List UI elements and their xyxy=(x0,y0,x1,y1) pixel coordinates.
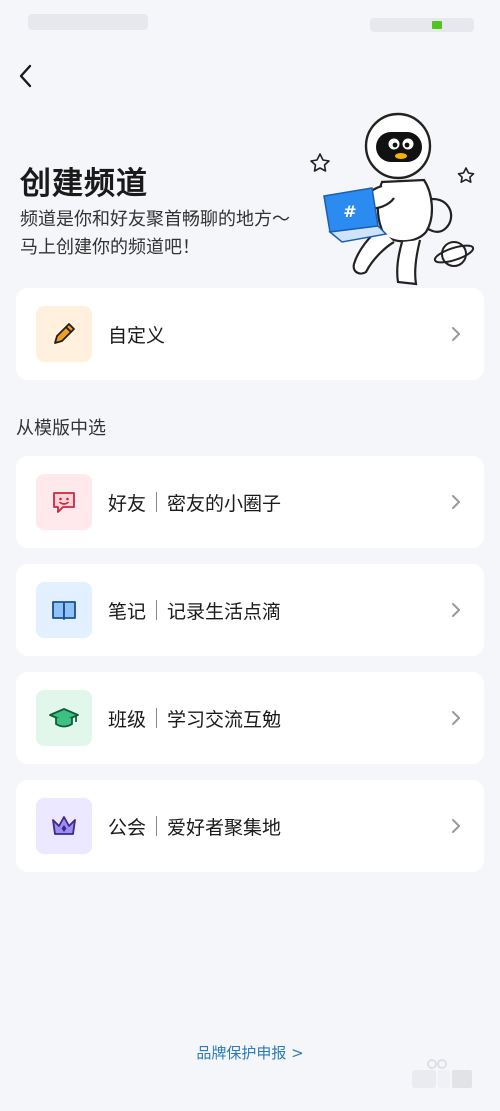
svg-text:#: # xyxy=(343,202,356,221)
back-button[interactable] xyxy=(8,58,44,94)
star-icon xyxy=(457,167,475,183)
template-card-guild[interactable]: 公会 爱好者聚集地 xyxy=(16,780,484,872)
page-title: 创建频道 xyxy=(20,166,148,202)
custom-icon-tile xyxy=(36,306,92,362)
crown-icon xyxy=(52,816,76,835)
subtitle-line-1: 频道是你和好友聚首畅聊的地方～ xyxy=(20,209,290,230)
status-carrier xyxy=(28,14,148,30)
status-indicators xyxy=(370,18,474,32)
template-name: 公会 xyxy=(108,816,147,839)
template-icon-tile xyxy=(36,582,92,638)
watermark-logo xyxy=(412,1059,472,1088)
status-bar xyxy=(0,0,500,44)
template-name: 好友 xyxy=(108,492,147,515)
star-icon xyxy=(310,153,330,172)
templates-section-label: 从模版中选 xyxy=(16,418,106,439)
template-label: 笔记 记录生活点滴 xyxy=(108,564,281,656)
template-card-notes[interactable]: 笔记 记录生活点滴 xyxy=(16,564,484,656)
chat-smile-icon xyxy=(53,492,75,513)
template-desc: 密友的小圈子 xyxy=(167,492,282,515)
chevron-left-icon xyxy=(19,64,32,88)
template-name: 笔记 xyxy=(108,600,147,623)
template-desc: 学习交流互勉 xyxy=(167,708,282,731)
template-desc: 爱好者聚集地 xyxy=(167,816,282,839)
chevron-right-icon xyxy=(444,322,468,346)
page-subtitle: 频道是你和好友聚首畅聊的地方～ 马上创建你的频道吧！ xyxy=(20,206,290,262)
template-label: 好友 密友的小圈子 xyxy=(108,456,281,548)
template-label: 公会 爱好者聚集地 xyxy=(108,780,281,872)
template-desc: 记录生活点滴 xyxy=(167,600,282,623)
chevron-right-icon xyxy=(444,490,468,514)
pencil-icon xyxy=(54,323,75,344)
template-icon-tile xyxy=(36,798,92,854)
subtitle-line-2: 马上创建你的频道吧！ xyxy=(20,237,200,258)
template-icon-tile xyxy=(36,474,92,530)
graduation-cap-icon xyxy=(49,708,79,728)
astronaut-illustration: # xyxy=(310,112,475,286)
template-icon-tile xyxy=(36,690,92,746)
planet-icon xyxy=(433,241,475,267)
template-card-friends[interactable]: 好友 密友的小圈子 xyxy=(16,456,484,548)
custom-label: 自定义 xyxy=(108,324,166,347)
battery-icon xyxy=(432,21,442,29)
book-icon xyxy=(52,601,76,620)
template-label: 班级 学习交流互勉 xyxy=(108,672,281,764)
template-name: 班级 xyxy=(108,708,147,731)
chevron-right-icon xyxy=(444,598,468,622)
chevron-right-icon xyxy=(444,814,468,838)
custom-channel-card[interactable]: 自定义 xyxy=(16,288,484,380)
template-card-class[interactable]: 班级 学习交流互勉 xyxy=(16,672,484,764)
chevron-right-icon xyxy=(444,706,468,730)
